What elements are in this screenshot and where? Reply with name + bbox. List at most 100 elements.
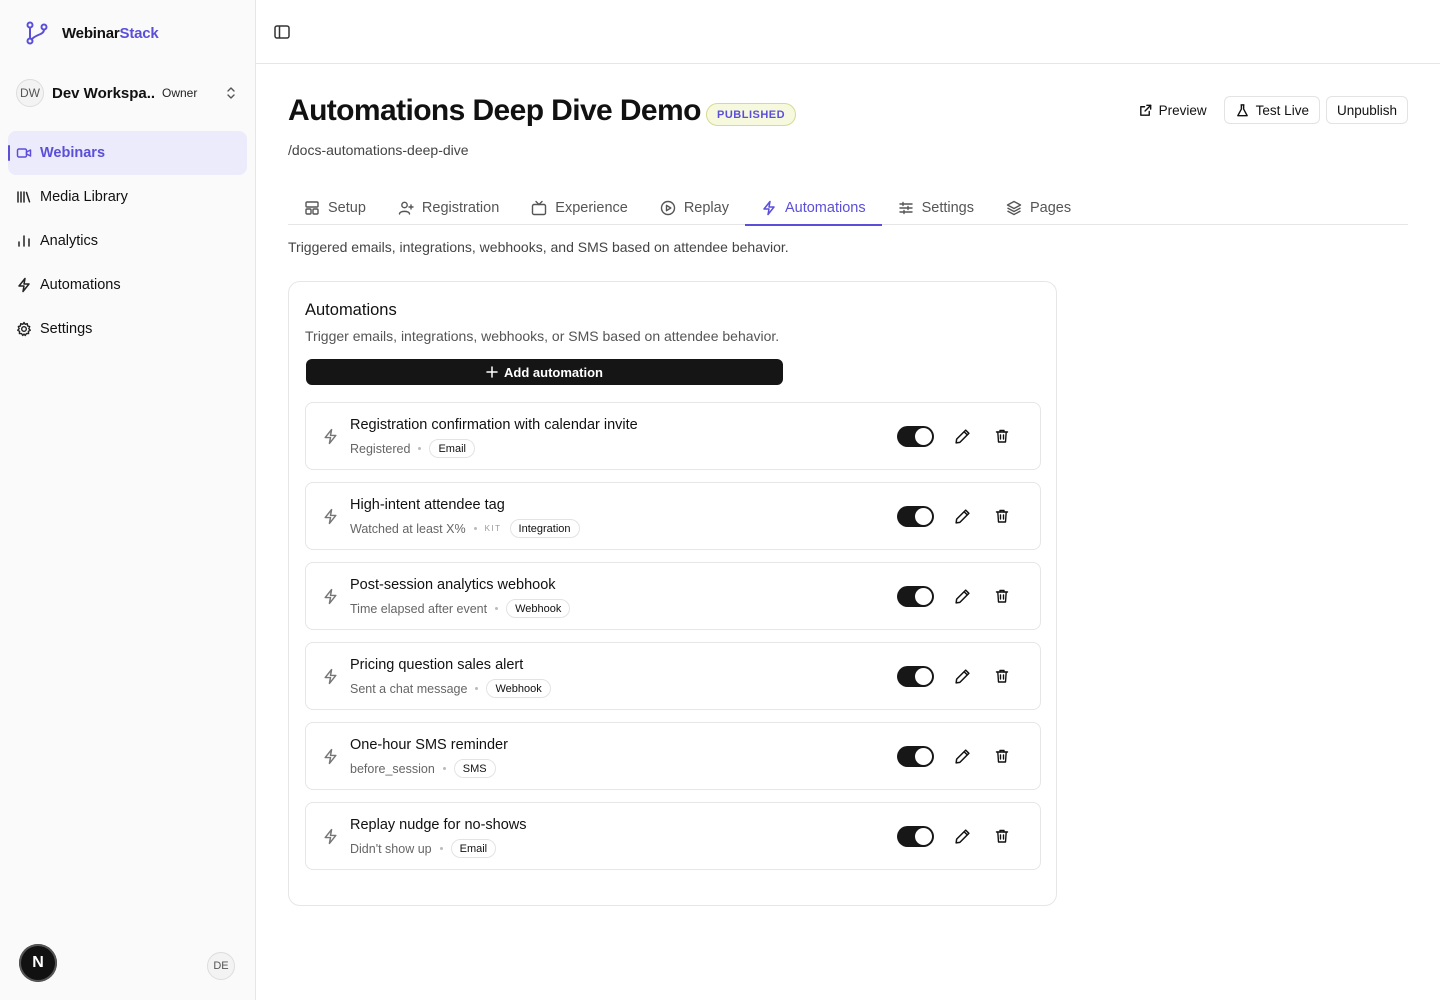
sidebar-nav: Webinars Media Library Analytics Automat… bbox=[8, 131, 247, 351]
tab-automations[interactable]: Automations bbox=[744, 190, 882, 226]
automation-name: One-hour SMS reminder bbox=[350, 737, 508, 753]
trash-icon[interactable] bbox=[990, 824, 1014, 848]
sidebar: WebinarStack DW Dev Workspa... Owner Web… bbox=[0, 0, 256, 1000]
toggle-knob bbox=[915, 507, 932, 525]
tab-label: Pages bbox=[1029, 199, 1072, 216]
tab-replay[interactable]: Replay bbox=[644, 190, 745, 225]
tab-experience[interactable]: Experience bbox=[515, 190, 644, 225]
trash-icon[interactable] bbox=[990, 504, 1014, 528]
separator-dot bbox=[439, 847, 443, 850]
tab-settings[interactable]: Settings bbox=[882, 190, 990, 225]
bolt-icon bbox=[322, 588, 339, 605]
enabled-toggle[interactable] bbox=[897, 665, 934, 687]
user-avatar[interactable]: DE bbox=[207, 952, 235, 980]
tab-setup[interactable]: Setup bbox=[288, 190, 382, 225]
provider-logo: KIT bbox=[484, 524, 502, 533]
sidebar-item-settings[interactable]: Settings bbox=[8, 307, 247, 351]
pencil-icon[interactable] bbox=[950, 664, 974, 688]
bolt-icon bbox=[322, 668, 339, 685]
sidebar-item-webinars[interactable]: Webinars bbox=[8, 131, 247, 175]
automation-row: Registration confirmation with calendar … bbox=[305, 402, 1041, 470]
tab-label: Experience bbox=[555, 199, 628, 216]
channel-badge: Webhook bbox=[506, 599, 571, 618]
tab-description: Triggered emails, integrations, webhooks… bbox=[288, 239, 789, 255]
webinar-tabs: Setup Registration Experience Replay Aut… bbox=[288, 190, 1408, 226]
automation-row: Replay nudge for no-shows Didn't show up… bbox=[305, 802, 1041, 870]
automation-trigger: Didn't show up bbox=[350, 841, 432, 856]
tab-label: Registration bbox=[421, 199, 500, 216]
page-title: Automations Deep Dive Demo bbox=[288, 94, 701, 127]
chevrons-up-down-icon bbox=[224, 86, 238, 100]
automation-meta: Didn't show up Email bbox=[350, 839, 497, 858]
library-icon bbox=[16, 189, 32, 205]
automation-meta: Registered Email bbox=[350, 439, 475, 458]
toggle-knob bbox=[915, 667, 932, 685]
bar-chart-icon bbox=[16, 233, 32, 249]
pencil-icon[interactable] bbox=[950, 504, 974, 528]
toggle-knob bbox=[915, 747, 932, 765]
automation-name: Pricing question sales alert bbox=[350, 657, 524, 673]
toggle-knob bbox=[915, 427, 932, 445]
row-actions bbox=[897, 504, 1014, 528]
pencil-icon[interactable] bbox=[950, 824, 974, 848]
automation-trigger: Time elapsed after event bbox=[350, 601, 488, 616]
tab-label: Replay bbox=[683, 199, 729, 216]
sidebar-item-analytics[interactable]: Analytics bbox=[8, 219, 247, 263]
row-actions bbox=[897, 664, 1014, 688]
enabled-toggle[interactable] bbox=[897, 585, 934, 607]
panel-left-icon[interactable] bbox=[273, 23, 291, 41]
separator-dot bbox=[418, 447, 422, 450]
bolt-icon bbox=[322, 828, 339, 845]
card-description: Trigger emails, integrations, webhooks, … bbox=[305, 328, 780, 344]
bolt-icon bbox=[322, 508, 339, 525]
brand-logo[interactable]: WebinarStack bbox=[24, 20, 159, 46]
workspace-switcher[interactable]: DW Dev Workspa... Owner bbox=[16, 78, 244, 108]
tab-label: Setup bbox=[328, 199, 366, 216]
trash-icon[interactable] bbox=[990, 744, 1014, 768]
pencil-icon[interactable] bbox=[950, 584, 974, 608]
automation-meta: Sent a chat message Webhook bbox=[350, 679, 551, 698]
enabled-toggle[interactable] bbox=[897, 745, 934, 767]
sidebar-item-label: Automations bbox=[40, 277, 121, 293]
automation-meta: Time elapsed after event Webhook bbox=[350, 599, 571, 618]
automation-trigger: Sent a chat message bbox=[350, 681, 468, 696]
enabled-toggle[interactable] bbox=[897, 825, 934, 847]
sidebar-item-automations[interactable]: Automations bbox=[8, 263, 247, 307]
tab-registration[interactable]: Registration bbox=[382, 190, 515, 225]
enabled-toggle[interactable] bbox=[897, 425, 934, 447]
automation-name: Replay nudge for no-shows bbox=[350, 817, 527, 833]
pencil-icon[interactable] bbox=[950, 744, 974, 768]
preview-button[interactable]: Preview bbox=[1126, 96, 1218, 124]
add-automation-button[interactable]: Add automation bbox=[306, 359, 783, 385]
sliders-icon bbox=[898, 200, 914, 216]
separator-dot bbox=[495, 607, 499, 610]
bolt-icon bbox=[322, 428, 339, 445]
trash-icon[interactable] bbox=[990, 664, 1014, 688]
header-actions: Preview Test Live Unpublish bbox=[1126, 96, 1408, 124]
sidebar-item-media-library[interactable]: Media Library bbox=[8, 175, 247, 219]
automation-row: Post-session analytics webhook Time elap… bbox=[305, 562, 1041, 630]
automation-trigger: Registered bbox=[350, 441, 411, 456]
trash-icon[interactable] bbox=[990, 584, 1014, 608]
play-circle-icon bbox=[660, 200, 676, 216]
next-dev-badge[interactable]: N bbox=[19, 944, 57, 982]
automation-trigger: before_session bbox=[350, 761, 435, 776]
trash-icon[interactable] bbox=[990, 424, 1014, 448]
layers-icon bbox=[1006, 200, 1022, 216]
setup-icon bbox=[304, 200, 320, 216]
toggle-knob bbox=[915, 587, 932, 605]
automation-meta: before_session SMS bbox=[350, 759, 496, 778]
test-live-button[interactable]: Test Live bbox=[1223, 96, 1320, 124]
workspace-name: Dev Workspa... bbox=[52, 84, 156, 102]
enabled-toggle[interactable] bbox=[897, 505, 934, 527]
tab-pages[interactable]: Pages bbox=[990, 190, 1087, 225]
user-plus-icon bbox=[398, 200, 414, 216]
sidebar-item-label: Analytics bbox=[40, 233, 99, 249]
unpublish-label: Unpublish bbox=[1336, 102, 1397, 118]
external-link-icon bbox=[1138, 103, 1153, 118]
add-automation-label: Add automation bbox=[504, 364, 603, 380]
pencil-icon[interactable] bbox=[950, 424, 974, 448]
unpublish-button[interactable]: Unpublish bbox=[1325, 96, 1408, 124]
page-slug: /docs-automations-deep-dive bbox=[288, 142, 469, 158]
tab-label: Settings bbox=[921, 199, 974, 216]
